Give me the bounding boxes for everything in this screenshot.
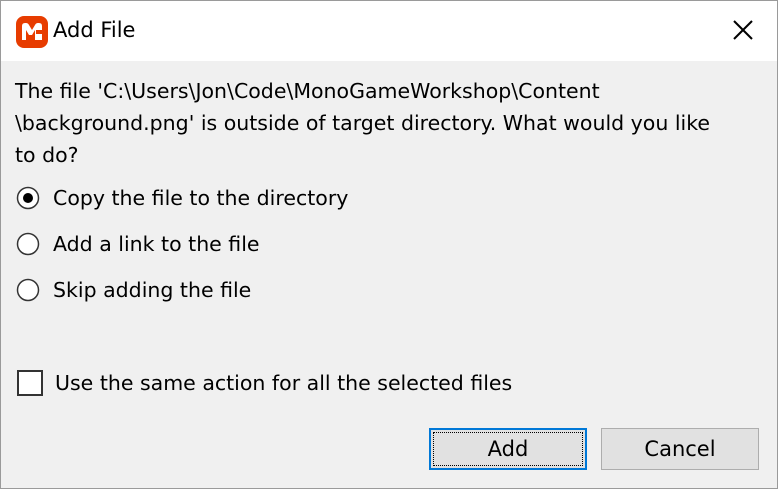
dialog-title: Add File bbox=[53, 18, 136, 42]
radio-add-link-label: Add a link to the file bbox=[53, 232, 260, 256]
radio-unselected-icon[interactable] bbox=[16, 278, 40, 302]
message-line: \background.png' is outside of target di… bbox=[15, 111, 710, 135]
radio-selected-icon[interactable] bbox=[16, 186, 40, 210]
same-action-label: Use the same action for all the selected… bbox=[55, 371, 513, 395]
message-line: The file 'C:\Users\Jon\Code\MonoGameWork… bbox=[15, 79, 600, 103]
cancel-button-label: Cancel bbox=[644, 437, 716, 461]
title-bar[interactable]: Add File bbox=[1, 1, 777, 61]
radio-skip-file-label: Skip adding the file bbox=[53, 278, 252, 302]
add-button-label: Add bbox=[487, 437, 529, 461]
cancel-button[interactable]: Cancel bbox=[601, 428, 759, 470]
radio-unselected-icon[interactable] bbox=[16, 232, 40, 256]
dialog-message: The file 'C:\Users\Jon\Code\MonoGameWork… bbox=[15, 75, 770, 171]
radio-copy-file-label: Copy the file to the directory bbox=[53, 186, 349, 210]
checkbox-box[interactable] bbox=[17, 370, 43, 396]
close-icon[interactable] bbox=[719, 9, 767, 53]
add-button[interactable]: Add bbox=[429, 428, 587, 470]
message-line: to do? bbox=[15, 143, 79, 167]
add-file-dialog: Add File The file 'C:\Users\Jon\Code\Mon… bbox=[0, 0, 778, 489]
monogame-logo-icon bbox=[16, 16, 48, 48]
